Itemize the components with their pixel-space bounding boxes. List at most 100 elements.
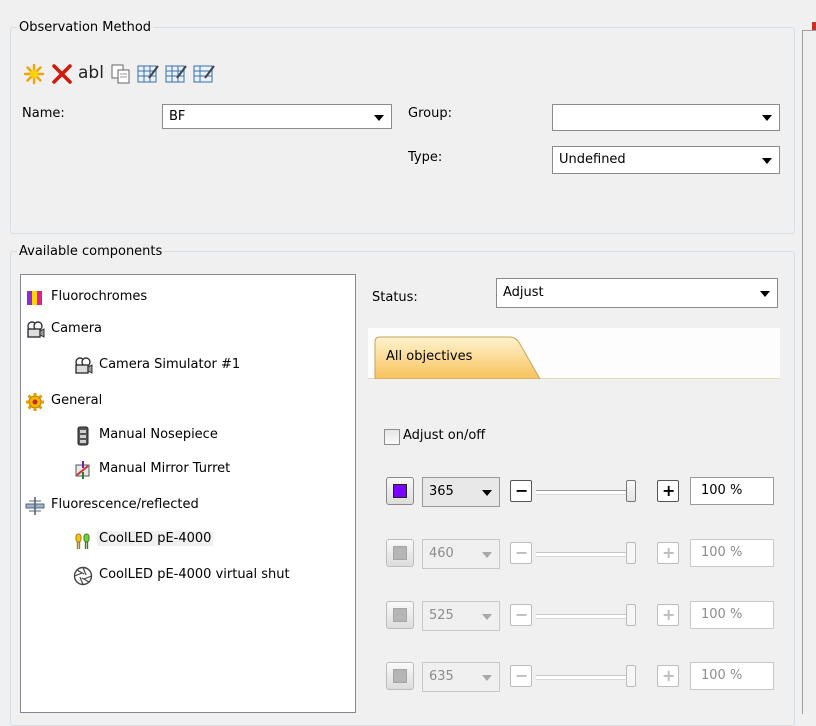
intensity-percent-field[interactable]: 100 % [690,477,774,505]
intensity-slider-thumb[interactable] [626,604,636,626]
chevron-down-icon [482,614,492,620]
adjust-checkbox[interactable] [384,429,400,445]
fluorescence-icon [25,496,45,516]
intensity-slider-track[interactable] [536,490,636,495]
group-label: Group: [408,106,452,121]
tree-item-label: Camera [51,321,103,336]
chevron-down-icon [482,675,492,681]
plus-icon: + [662,666,676,685]
intensity-slider-thumb[interactable] [626,542,636,564]
status-combobox[interactable]: Adjust [496,278,778,308]
gear-icon [25,392,45,412]
minus-icon: − [515,605,529,624]
observation-method-legend: Observation Method [19,20,152,35]
copy-icon[interactable] [110,63,132,85]
intensity-percent-field[interactable]: 100 % [690,539,774,567]
type-combobox[interactable]: Undefined [552,146,780,174]
plus-icon: + [662,605,676,624]
chevron-down-icon [374,115,384,121]
decrease-button[interactable]: − [510,604,532,626]
wavelength-value: 365 [429,484,454,499]
percent-value: 100 % [701,545,743,560]
tree-item-label: Fluorochromes [51,289,148,304]
adjust-label: Adjust on/off [403,428,486,443]
decrease-button[interactable]: − [510,480,532,502]
camera-icon [73,356,93,376]
channel-color-button[interactable] [386,662,414,690]
wavelength-value: 525 [429,608,454,623]
percent-value: 100 % [701,607,743,622]
color-swatch [393,484,407,498]
increase-button[interactable]: + [657,542,679,564]
grid-edit-icon[interactable] [136,62,160,86]
decrease-button[interactable]: − [510,542,532,564]
shutter-icon [73,566,93,586]
intensity-slider-track[interactable] [536,614,636,619]
rename-button[interactable]: abl [78,63,104,83]
tab-all-objectives[interactable]: All objectives [374,336,544,379]
tree-item-label: CoolLED pE-4000 [97,531,214,546]
tree-item-label: Fluorescence/reflected [51,497,199,512]
chevron-down-icon [482,490,492,496]
available-components-legend: Available components [19,244,163,259]
right-edge-marker [812,22,816,30]
channel-color-button[interactable] [386,477,414,505]
chevron-down-icon [762,115,772,121]
intensity-percent-field[interactable]: 100 % [690,601,774,629]
channel-color-button[interactable] [386,601,414,629]
tree-item-label: General [51,393,103,408]
mirror-turret-icon [73,460,93,480]
grid-edit-icon[interactable] [192,62,216,86]
minus-icon: − [515,543,529,562]
tree-item-label: Manual Nosepiece [99,427,218,442]
fluorochromes-icon [25,288,45,308]
tab-label: All objectives [386,349,473,364]
wavelength-combobox[interactable]: 635 [422,662,500,692]
percent-value: 100 % [701,668,743,683]
minus-icon: − [515,481,529,500]
nosepiece-icon [73,426,93,446]
color-swatch [393,546,407,560]
plus-icon: + [662,481,676,500]
intensity-percent-field[interactable]: 100 % [690,662,774,690]
intensity-slider-track[interactable] [536,552,636,557]
tree-item-label: Manual Mirror Turret [99,461,231,476]
components-tree[interactable]: Fluorochromes Camera Camera Simulator #1 [20,274,356,713]
type-value: Undefined [559,152,626,167]
red-x-icon[interactable] [50,62,74,86]
increase-button[interactable]: + [657,665,679,687]
right-panel-edge [802,30,816,714]
intensity-slider-track[interactable] [536,675,636,680]
status-label: Status: [372,290,418,305]
intensity-slider-thumb[interactable] [626,665,636,687]
decrease-button[interactable]: − [510,665,532,687]
wavelength-value: 635 [429,669,454,684]
chevron-down-icon [760,291,770,297]
chevron-down-icon [482,552,492,558]
color-swatch [393,608,407,622]
name-label: Name: [22,106,65,121]
channel-color-button[interactable] [386,539,414,567]
toolbar: abl [22,60,282,90]
intensity-slider-thumb[interactable] [626,480,636,502]
tree-item-label: Camera Simulator #1 [99,357,241,372]
minus-icon: − [515,666,529,685]
camera-icon [25,320,45,340]
increase-button[interactable]: + [657,604,679,626]
wavelength-combobox[interactable]: 460 [422,539,500,569]
led-icon [73,530,93,550]
plus-icon: + [662,543,676,562]
sparkle-icon[interactable] [22,62,46,86]
grid-edit-icon[interactable] [164,62,188,86]
wavelength-combobox[interactable]: 365 [422,477,500,507]
status-value: Adjust [503,285,544,300]
name-combobox[interactable]: BF [162,104,392,129]
increase-button[interactable]: + [657,480,679,502]
name-value: BF [169,109,186,124]
wavelength-combobox[interactable]: 525 [422,601,500,631]
type-label: Type: [408,150,443,165]
group-combobox[interactable] [552,104,780,131]
tree-item-label: CoolLED pE-4000 virtual shut [99,567,290,582]
wavelength-value: 460 [429,546,454,561]
percent-value: 100 % [701,483,743,498]
